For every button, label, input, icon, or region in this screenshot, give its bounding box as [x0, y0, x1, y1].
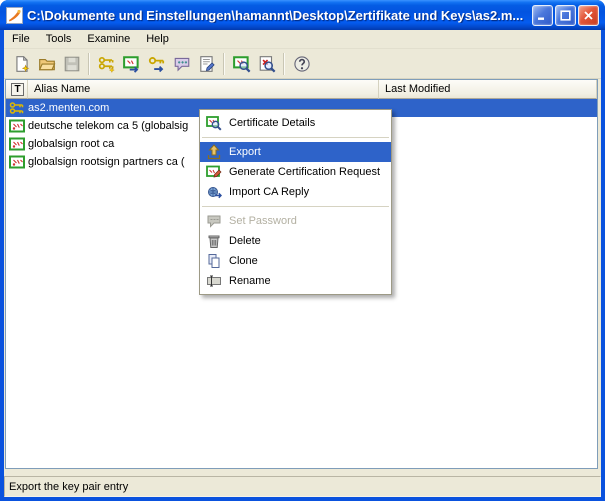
context-menu-item-import-ca-reply[interactable]: Import CA Reply: [200, 182, 391, 202]
certificate-details-icon: [206, 115, 222, 131]
alias-column-header[interactable]: Alias Name: [28, 80, 379, 99]
menu-item-label: Clone: [229, 255, 258, 267]
context-menu-item-certificate-details[interactable]: Certificate Details: [200, 113, 391, 133]
generate-key-pair-button[interactable]: [94, 52, 119, 76]
toolbar-separator: [88, 53, 90, 75]
trusted-certificate-entry-icon: [9, 136, 25, 152]
set-password-icon: [206, 213, 222, 229]
menu-item-label: Generate Certification Request: [229, 166, 380, 178]
context-menu-item-set-password: Set Password: [200, 211, 391, 231]
maximize-button[interactable]: [555, 5, 576, 26]
context-menu-item-clone[interactable]: Clone: [200, 251, 391, 271]
minimize-button[interactable]: [532, 5, 553, 26]
close-icon: [583, 10, 594, 21]
minimize-icon: [537, 10, 548, 21]
app-icon: [6, 7, 23, 24]
menu-item-label: Import CA Reply: [229, 186, 309, 198]
set-keystore-password-icon: [173, 55, 191, 73]
generate-key-pair-icon: [98, 55, 116, 73]
toolbar-separator: [283, 53, 285, 75]
toolbar: [4, 49, 601, 79]
save-keystore-icon: [63, 55, 81, 73]
menu-item-label: Rename: [229, 275, 271, 287]
context-menu-item-generate-certification-request[interactable]: Generate Certification Request: [200, 162, 391, 182]
import-trusted-certificate-icon: [123, 55, 141, 73]
context-menu-item-rename[interactable]: Rename: [200, 271, 391, 291]
menu-bar: File Tools Examine Help: [4, 30, 601, 49]
import-key-pair-icon: [148, 55, 166, 73]
import-trusted-certificate-button[interactable]: [119, 52, 144, 76]
status-text: Export the key pair entry: [9, 481, 128, 493]
import-ca-reply-icon: [206, 184, 222, 200]
context-menu-item-export[interactable]: Export: [200, 142, 391, 162]
open-keystore-button[interactable]: [34, 52, 59, 76]
menu-item-label: Export: [229, 146, 261, 158]
save-keystore-button: [59, 52, 84, 76]
menu-file[interactable]: File: [4, 31, 38, 47]
rename-icon: [206, 273, 222, 289]
examine-crl-button[interactable]: [254, 52, 279, 76]
open-keystore-icon: [38, 55, 56, 73]
examine-certificate-button[interactable]: [229, 52, 254, 76]
examine-crl-icon: [258, 55, 276, 73]
window-title: C:\Dokumente und Einstellungen\hamannt\D…: [27, 8, 532, 23]
trusted-certificate-entry-icon: [9, 154, 25, 170]
keystore-report-button[interactable]: [194, 52, 219, 76]
delete-icon: [206, 233, 222, 249]
type-column-header[interactable]: T: [6, 80, 28, 99]
type-column-icon: T: [11, 83, 24, 96]
keystore-report-icon: [198, 55, 216, 73]
generate-certification-request-icon: [206, 164, 222, 180]
set-keystore-password-button[interactable]: [169, 52, 194, 76]
toolbar-separator: [223, 53, 225, 75]
menu-help[interactable]: Help: [138, 31, 177, 47]
context-menu-item-delete[interactable]: Delete: [200, 231, 391, 251]
menu-item-label: Delete: [229, 235, 261, 247]
context-menu-separator: [202, 137, 389, 138]
clone-icon: [206, 253, 222, 269]
application-window: C:\Dokumente und Einstellungen\hamannt\D…: [0, 0, 605, 501]
trusted-certificate-entry-icon: [9, 118, 25, 134]
maximize-icon: [560, 10, 571, 21]
menu-tools[interactable]: Tools: [38, 31, 80, 47]
new-keystore-icon: [13, 55, 31, 73]
menu-examine[interactable]: Examine: [79, 31, 138, 47]
close-button[interactable]: [578, 5, 599, 26]
import-key-pair-button[interactable]: [144, 52, 169, 76]
last-modified-column-header[interactable]: Last Modified: [379, 80, 597, 99]
help-button[interactable]: [289, 52, 314, 76]
table-header-row: T Alias Name Last Modified: [6, 80, 597, 99]
new-keystore-button[interactable]: [9, 52, 34, 76]
status-bar: Export the key pair entry: [4, 476, 601, 497]
context-menu: Certificate Details Export Generate Cert…: [199, 109, 392, 295]
menu-item-label: Certificate Details: [229, 117, 315, 129]
help-icon: [293, 55, 311, 73]
menu-item-label: Set Password: [229, 215, 297, 227]
examine-certificate-icon: [233, 55, 251, 73]
title-bar[interactable]: C:\Dokumente und Einstellungen\hamannt\D…: [0, 0, 605, 30]
key-pair-entry-icon: [9, 100, 25, 116]
export-icon: [206, 144, 222, 160]
context-menu-separator: [202, 206, 389, 207]
